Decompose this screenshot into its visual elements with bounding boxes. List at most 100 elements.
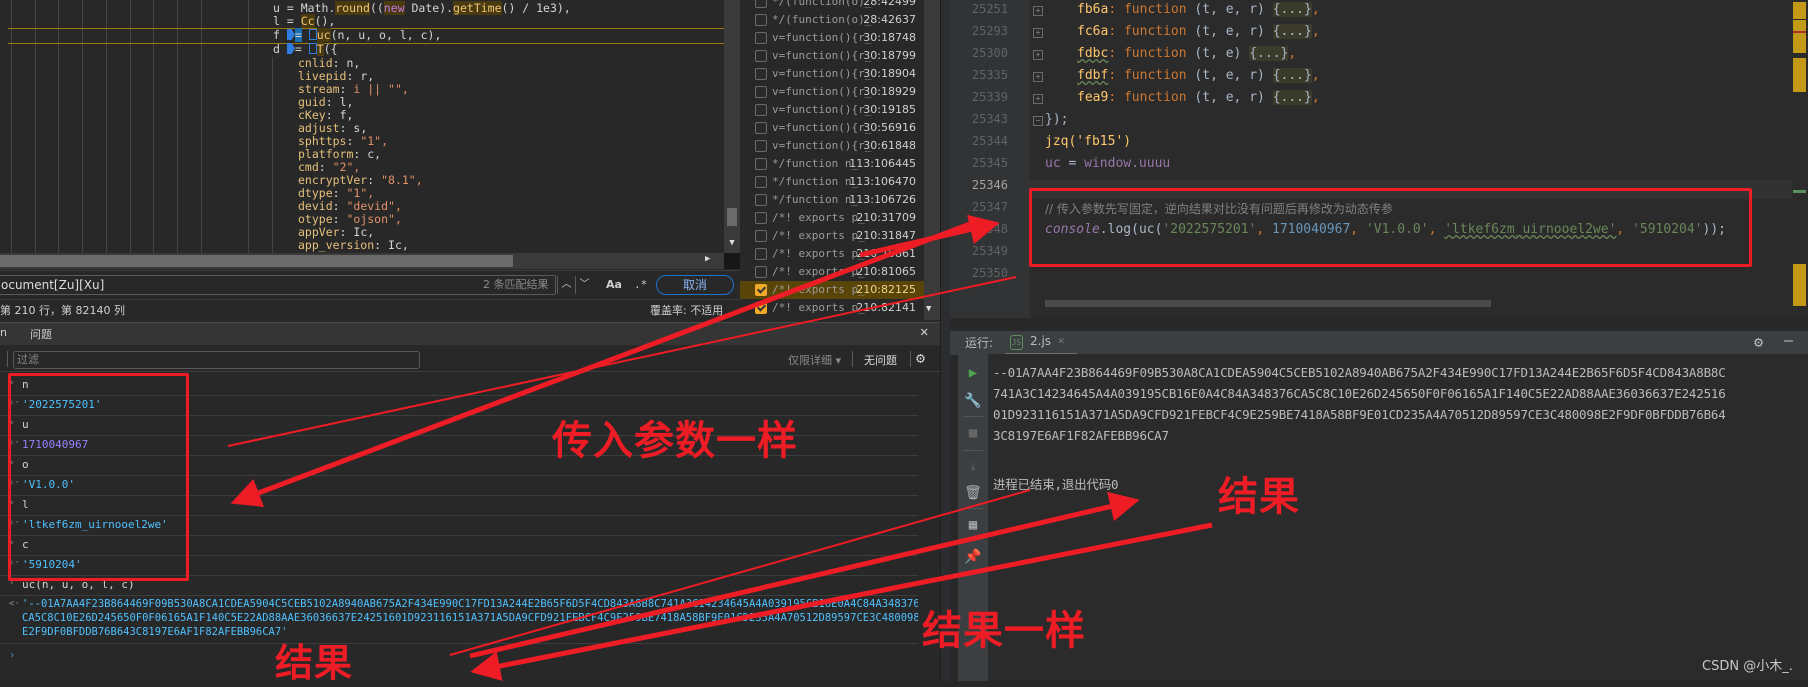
console-filter-input[interactable]: 过滤 bbox=[13, 351, 420, 369]
fold-expand-icon[interactable]: + bbox=[1033, 94, 1043, 104]
stripe-mark-error[interactable] bbox=[1793, 31, 1806, 33]
breakpoint-checkbox[interactable] bbox=[755, 32, 767, 44]
folded-block[interactable]: {...} bbox=[1249, 46, 1289, 61]
search-next-button[interactable]: ﹀ bbox=[575, 276, 593, 294]
breakpoint-row[interactable]: /*! exports p_ 210:81065 bbox=[740, 263, 924, 281]
scroll-right-arrow-icon[interactable]: ▶ bbox=[705, 254, 717, 268]
tab-issues[interactable]: 问题 bbox=[30, 326, 52, 342]
run-output[interactable] bbox=[988, 354, 1792, 681]
stop-icon[interactable]: ■ bbox=[964, 424, 982, 442]
issues-button[interactable]: 无问题 bbox=[864, 352, 897, 368]
breakpoint-row[interactable]: /*! exports p_ 210:82141 bbox=[740, 299, 924, 317]
close-icon[interactable]: ✕ bbox=[1058, 334, 1065, 347]
match-case-toggle[interactable]: Aa bbox=[606, 276, 622, 294]
stripe-mark[interactable] bbox=[1793, 2, 1806, 19]
source-horizontal-scroll-thumb[interactable] bbox=[0, 255, 513, 267]
breakpoint-checkbox[interactable] bbox=[755, 50, 767, 62]
console-result-value[interactable]: '--01A7AA4F23B864469F09B530A8CA1CDEA5904… bbox=[22, 597, 922, 639]
fold-expand-icon[interactable]: + bbox=[1033, 6, 1043, 16]
inline-breakpoint-icon[interactable] bbox=[308, 43, 317, 54]
scroll-down-arrow-icon[interactable]: ▼ bbox=[725, 238, 739, 250]
run-output-line: 01D923116151A371A5DA9CFD921FEBCF4C9E259B… bbox=[993, 407, 1726, 422]
keyword: function bbox=[1123, 90, 1187, 105]
gear-icon[interactable]: ⚙ bbox=[916, 349, 925, 367]
stripe-mark-change[interactable] bbox=[1793, 190, 1806, 193]
search-input[interactable]: ocument[Zu][Xu] bbox=[0, 275, 556, 295]
breakpoint-row[interactable]: /*! exports p_ 210:75861 bbox=[740, 245, 924, 263]
breakpoint-location: 210:82125 bbox=[856, 283, 916, 296]
gear-icon[interactable]: ⚙ bbox=[1754, 333, 1763, 351]
stripe-mark[interactable] bbox=[1793, 58, 1806, 92]
breakpoint-checkbox[interactable] bbox=[755, 140, 767, 152]
scroll-down-arrow-icon[interactable]: ▼ bbox=[926, 304, 938, 316]
breakpoint-row[interactable]: */function n_ 113:106470 bbox=[740, 173, 924, 191]
editor-horizontal-scrollbar[interactable] bbox=[1045, 300, 1491, 307]
search-cancel-button[interactable]: 取消 bbox=[656, 275, 734, 295]
breakpoint-row[interactable]: */(function(o)_ 28:42637 bbox=[740, 11, 924, 29]
folded-block[interactable]: {...} bbox=[1272, 90, 1312, 105]
rerun-icon[interactable]: ▶ bbox=[964, 364, 982, 382]
console-prompt[interactable]: › bbox=[9, 650, 15, 661]
stripe-mark[interactable] bbox=[1793, 20, 1806, 53]
breakpoint-checkbox[interactable] bbox=[755, 284, 767, 296]
folded-block[interactable]: {...} bbox=[1272, 68, 1312, 83]
minimize-icon[interactable]: — bbox=[1784, 331, 1793, 349]
scroll-to-end-icon[interactable]: ⤓ bbox=[964, 458, 982, 476]
inline-breakpoint-icon[interactable] bbox=[286, 43, 295, 54]
breakpoint-checkbox[interactable] bbox=[755, 158, 767, 170]
breakpoint-checkbox[interactable] bbox=[755, 302, 767, 314]
breakpoint-checkbox[interactable] bbox=[755, 194, 767, 206]
tab-console[interactable]: n bbox=[0, 326, 7, 339]
breakpoint-row[interactable]: v=function(){r_ 30:18904 bbox=[740, 65, 924, 83]
breakpoint-checkbox[interactable] bbox=[755, 122, 767, 134]
breakpoint-row[interactable]: v=function(){r_ 30:56916 bbox=[740, 119, 924, 137]
breakpoint-row[interactable]: /*! exports p_ 210:31709 bbox=[740, 209, 924, 227]
breakpoint-row[interactable]: */(function(o)_ 28:42499 bbox=[740, 0, 924, 11]
run-tab-label[interactable]: 2.js bbox=[1030, 334, 1051, 348]
keyword: function bbox=[1123, 46, 1187, 61]
log-levels-dropdown[interactable]: 仅限详细 ▾ bbox=[788, 352, 841, 368]
breakpoint-checkbox[interactable] bbox=[755, 68, 767, 80]
run-output-scrollbar[interactable] bbox=[1792, 354, 1808, 681]
close-icon[interactable]: ✕ bbox=[920, 324, 928, 340]
breakpoint-row[interactable]: v=function(){r_ 30:18929 bbox=[740, 83, 924, 101]
breakpoint-row[interactable]: /*! exports p_ 210:31847 bbox=[740, 227, 924, 245]
fold-expand-icon[interactable]: + bbox=[1033, 28, 1043, 38]
folded-block[interactable]: {...} bbox=[1272, 24, 1312, 39]
fold-expand-icon[interactable]: + bbox=[1033, 72, 1043, 82]
source-code-panel[interactable]: u = Math.round((new Date).getTime() / 1e… bbox=[0, 0, 724, 253]
wrench-icon[interactable]: 🔧 bbox=[964, 392, 982, 410]
breakpoint-row[interactable]: v=function(){r_ 30:18799 bbox=[740, 47, 924, 65]
breakpoint-checkbox[interactable] bbox=[755, 14, 767, 26]
source-vertical-scroll-thumb[interactable] bbox=[727, 208, 737, 226]
breakpoint-checkbox[interactable] bbox=[755, 0, 767, 8]
breakpoint-row[interactable]: */function n_ 113:106445 bbox=[740, 155, 924, 173]
breakpoint-checkbox[interactable] bbox=[755, 230, 767, 242]
breakpoint-row[interactable]: */function n_ 113:106726 bbox=[740, 191, 924, 209]
breakpoints-scrollbar[interactable] bbox=[924, 0, 940, 320]
breakpoint-checkbox[interactable] bbox=[755, 104, 767, 116]
breakpoint-row[interactable]: v=function(){r_ 30:19185 bbox=[740, 101, 924, 119]
breakpoint-checkbox[interactable] bbox=[755, 86, 767, 98]
breakpoint-code: /*! exports p_ bbox=[772, 301, 865, 314]
fold-collapse-icon[interactable]: − bbox=[1033, 116, 1043, 126]
regex-toggle[interactable]: .* bbox=[634, 276, 647, 294]
breakpoint-checkbox[interactable] bbox=[755, 248, 767, 260]
pin-icon[interactable]: 📌 bbox=[964, 548, 982, 566]
inline-breakpoint-icon[interactable] bbox=[308, 29, 317, 40]
breakpoint-row[interactable]: /*! exports p_ 210:82125 bbox=[740, 281, 924, 299]
fold-expand-icon[interactable]: + bbox=[1033, 50, 1043, 60]
params: (t, e, r) bbox=[1194, 68, 1265, 83]
property-key: devid bbox=[298, 199, 333, 213]
folded-block[interactable]: {...} bbox=[1272, 2, 1312, 17]
breakpoint-row[interactable]: v=function(){r_ 30:18748 bbox=[740, 29, 924, 47]
breakpoint-row[interactable]: v=function(){r_ 30:61848 bbox=[740, 137, 924, 155]
breakpoint-checkbox[interactable] bbox=[755, 212, 767, 224]
stripe-mark[interactable] bbox=[1793, 264, 1806, 306]
breakpoint-checkbox[interactable] bbox=[755, 266, 767, 278]
breakpoint-checkbox[interactable] bbox=[755, 176, 767, 188]
search-previous-button[interactable]: ︿ bbox=[557, 276, 575, 294]
trash-icon[interactable]: 🗑 bbox=[964, 484, 982, 502]
layout-icon[interactable]: ▦ bbox=[964, 516, 982, 534]
inline-breakpoint-icon[interactable] bbox=[286, 29, 295, 40]
